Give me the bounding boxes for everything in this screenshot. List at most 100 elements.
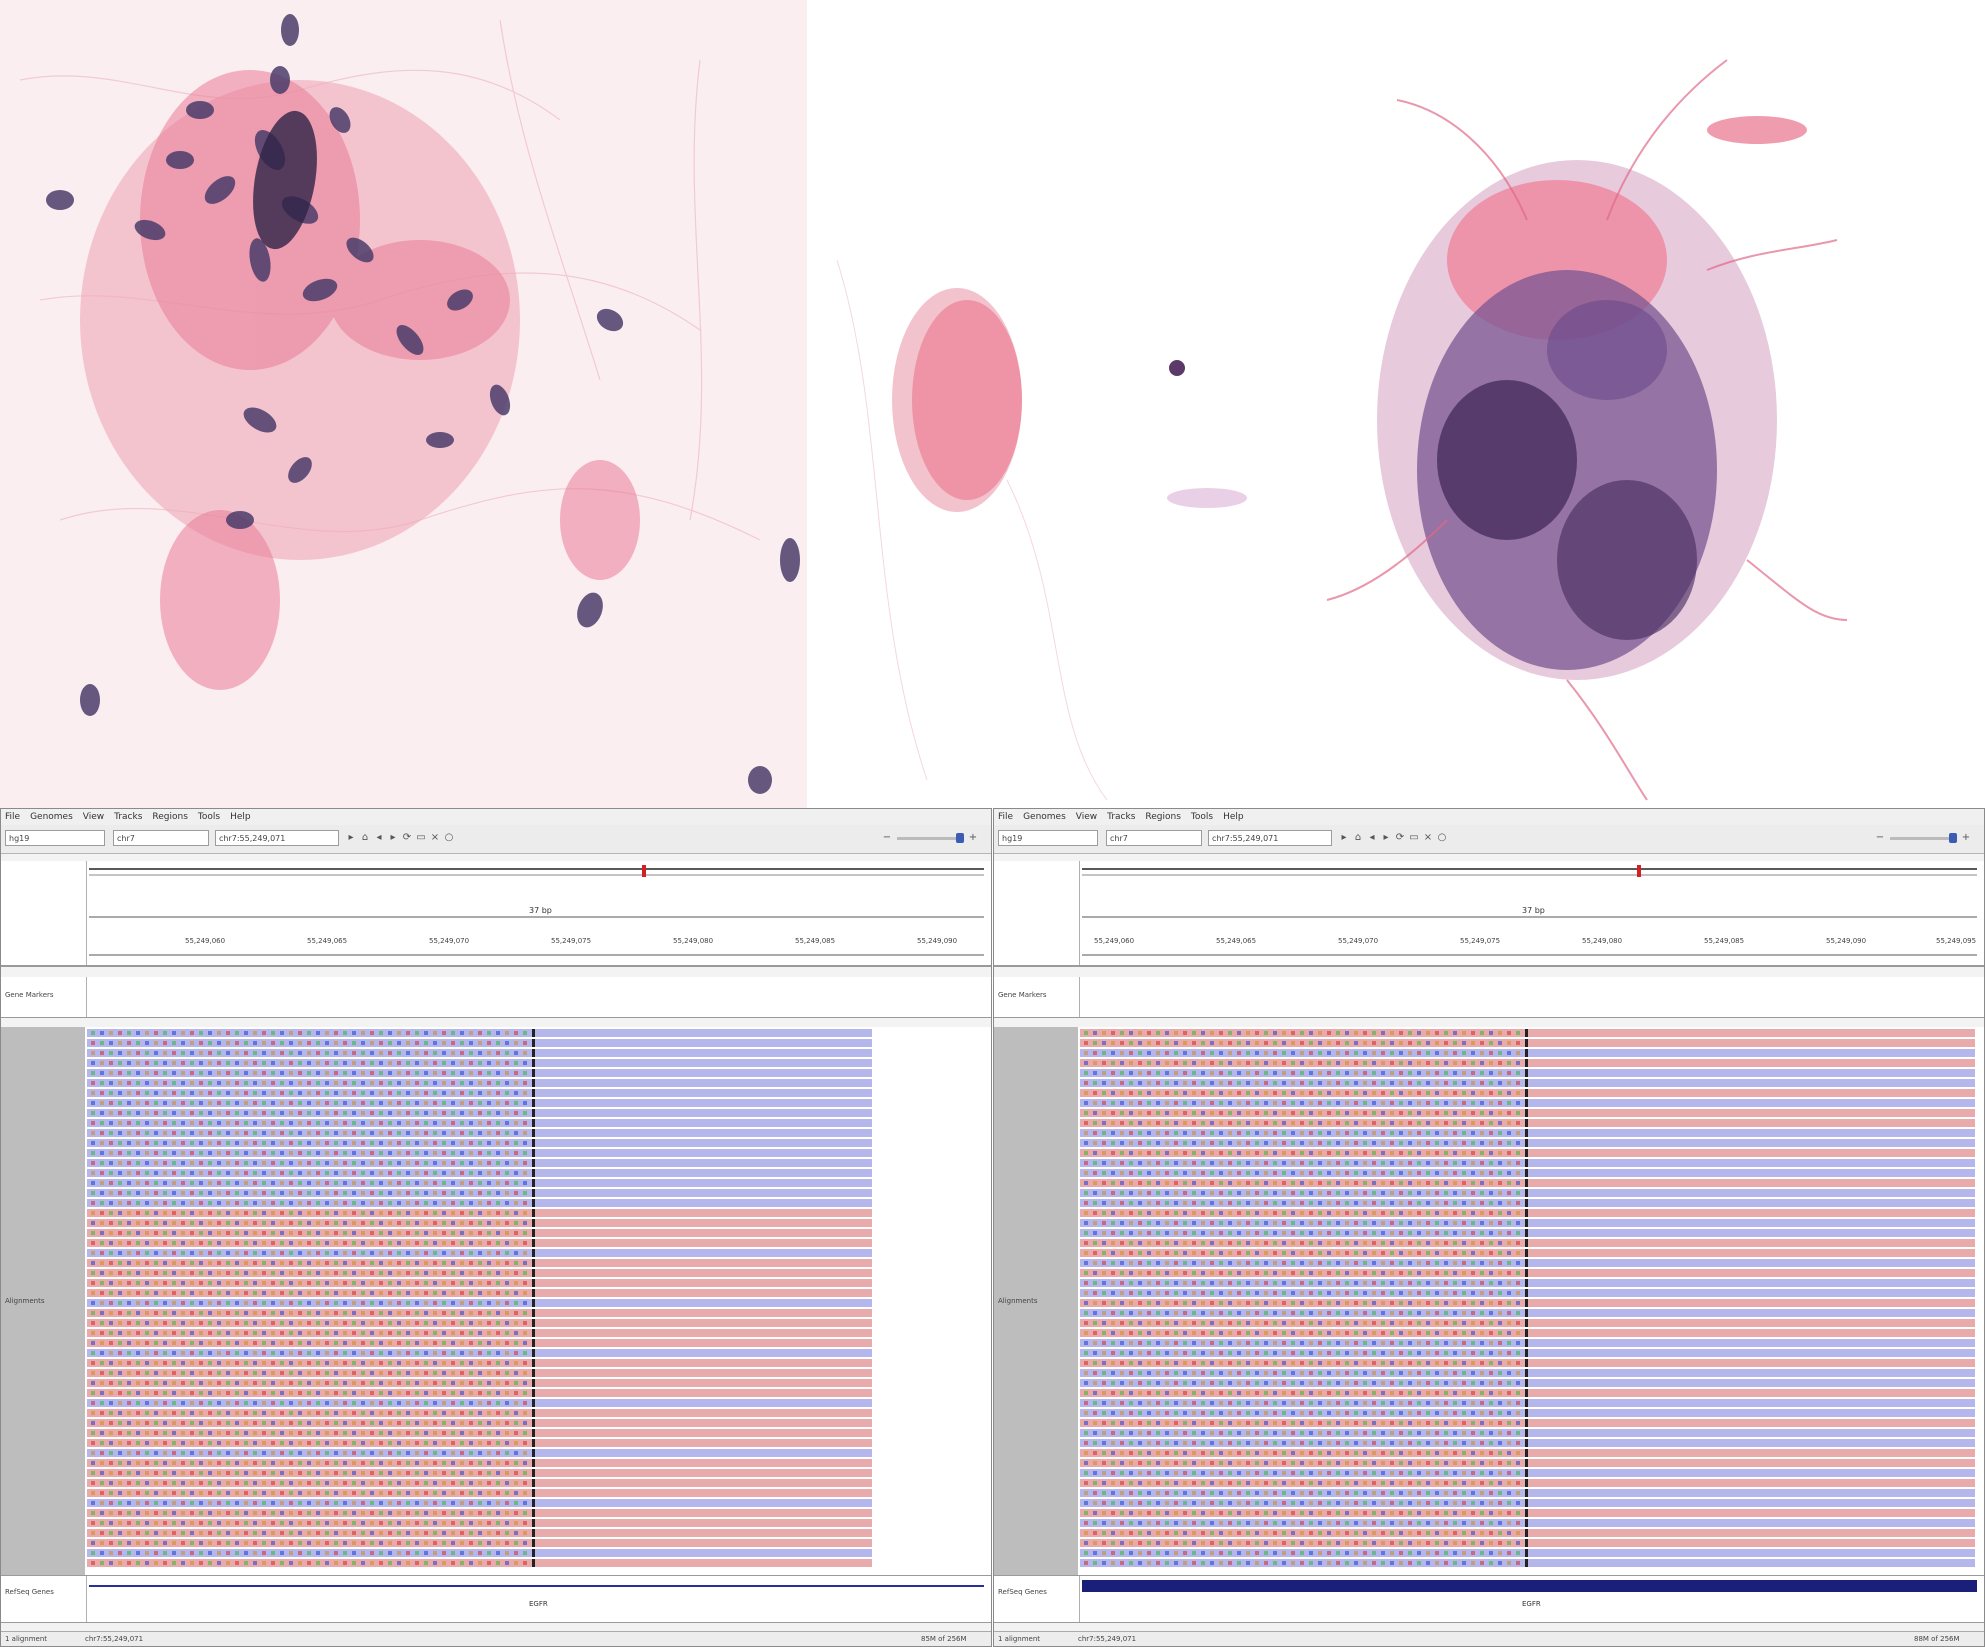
mismatch-base [271, 1361, 275, 1365]
refseq-svg: EGFR [89, 1585, 984, 1608]
mismatch-base [505, 1091, 509, 1095]
mismatch-base [1282, 1221, 1286, 1225]
mismatch-base [253, 1131, 257, 1135]
locus-input[interactable]: chr7:55,249,071 [215, 830, 339, 846]
mismatch-base [1363, 1371, 1367, 1375]
mismatch-base [289, 1231, 293, 1235]
menu-help[interactable]: Help [1223, 809, 1244, 825]
mismatch-base [343, 1561, 347, 1565]
mismatch-base [163, 1401, 167, 1405]
mismatch-base [523, 1371, 527, 1375]
mismatch-base [406, 1311, 410, 1315]
mismatch-base [136, 1521, 140, 1525]
home-icon[interactable]: ⌂ [1352, 832, 1364, 844]
zoom-in-icon[interactable]: + [1960, 832, 1972, 844]
region-icon[interactable]: ▭ [1408, 832, 1420, 844]
mismatch-base [1084, 1431, 1088, 1435]
mismatch-base [1228, 1341, 1232, 1345]
go-icon[interactable]: ▸ [1338, 832, 1350, 844]
mismatch-base [1102, 1181, 1106, 1185]
menu-file[interactable]: File [998, 809, 1013, 825]
menu-genomes[interactable]: Genomes [1023, 809, 1066, 825]
zoom-out-icon[interactable]: − [1874, 832, 1886, 844]
locus-input[interactable]: chr7:55,249,071 [1208, 830, 1332, 846]
close-icon[interactable]: × [1422, 832, 1434, 844]
mismatch-base [136, 1121, 140, 1125]
zoom-slider-thumb[interactable] [1949, 833, 1957, 843]
mismatch-base [136, 1091, 140, 1095]
mismatch-base [1255, 1301, 1259, 1305]
mismatch-base [1471, 1291, 1475, 1295]
mismatch-base [181, 1441, 185, 1445]
zoom-out-icon[interactable]: − [881, 832, 893, 844]
region-icon[interactable]: ▭ [415, 832, 427, 844]
mismatch-base [163, 1081, 167, 1085]
menu-tools[interactable]: Tools [198, 809, 220, 825]
mismatch-base [1336, 1061, 1340, 1065]
mismatch-base [1264, 1411, 1268, 1415]
mismatch-base [397, 1391, 401, 1395]
mismatch-base [424, 1091, 428, 1095]
mismatch-base [91, 1031, 95, 1035]
mismatch-base [1327, 1431, 1331, 1435]
genome-select[interactable]: hg19 [5, 830, 105, 846]
mismatch-base [244, 1171, 248, 1175]
mismatch-base [1264, 1321, 1268, 1325]
mismatch-base [361, 1311, 365, 1315]
chromosome-select[interactable]: chr7 [113, 830, 209, 846]
close-icon[interactable]: × [429, 832, 441, 844]
mismatch-base [1462, 1341, 1466, 1345]
genome-select[interactable]: hg19 [998, 830, 1098, 846]
home-icon[interactable]: ⌂ [359, 832, 371, 844]
zoom-slider[interactable] [897, 837, 957, 840]
mismatch-base [253, 1051, 257, 1055]
mismatch-base [487, 1201, 491, 1205]
menu-file[interactable]: File [5, 809, 20, 825]
mismatch-base [1255, 1291, 1259, 1295]
mismatch-base [1183, 1161, 1187, 1165]
alignment-reads[interactable] [87, 1027, 987, 1575]
menu-tracks[interactable]: Tracks [114, 809, 142, 825]
mismatch-base [1408, 1221, 1412, 1225]
mismatch-base [307, 1241, 311, 1245]
mismatch-base [442, 1341, 446, 1345]
refresh-icon[interactable]: ⟳ [401, 832, 413, 844]
zoom-in-icon[interactable]: + [967, 832, 979, 844]
mismatch-base [1372, 1051, 1376, 1055]
menu-genomes[interactable]: Genomes [30, 809, 73, 825]
menu-regions[interactable]: Regions [152, 809, 188, 825]
menu-view[interactable]: View [1076, 809, 1097, 825]
menu-help[interactable]: Help [230, 809, 251, 825]
mismatch-base [118, 1371, 122, 1375]
popup-info-icon[interactable]: ○ [443, 832, 455, 844]
alignment-reads[interactable] [1080, 1027, 1980, 1575]
menu-tools[interactable]: Tools [1191, 809, 1213, 825]
mismatch-base [271, 1111, 275, 1115]
mismatch-base [1273, 1161, 1277, 1165]
menu-tracks[interactable]: Tracks [1107, 809, 1135, 825]
chromosome-select[interactable]: chr7 [1106, 830, 1202, 846]
mismatch-base [478, 1041, 482, 1045]
mismatch-base [118, 1471, 122, 1475]
mismatch-base [1210, 1181, 1214, 1185]
mismatch-base [154, 1511, 158, 1515]
back-icon[interactable]: ◂ [1366, 832, 1378, 844]
mismatch-base [307, 1491, 311, 1495]
back-icon[interactable]: ◂ [373, 832, 385, 844]
go-icon[interactable]: ▸ [345, 832, 357, 844]
ruler-track: 37 bp 55,249,060 55,249,065 55,249,070 5… [1, 861, 991, 967]
mismatch-base [379, 1121, 383, 1125]
popup-info-icon[interactable]: ○ [1436, 832, 1448, 844]
forward-icon[interactable]: ▸ [387, 832, 399, 844]
zoom-slider-thumb[interactable] [956, 833, 964, 843]
zoom-slider[interactable] [1890, 837, 1950, 840]
mismatch-base [1363, 1081, 1367, 1085]
menu-regions[interactable]: Regions [1145, 809, 1181, 825]
mismatch-base [1327, 1391, 1331, 1395]
menu-view[interactable]: View [83, 809, 104, 825]
alignment-track-label: Alignments [5, 1297, 45, 1305]
refresh-icon[interactable]: ⟳ [1394, 832, 1406, 844]
mismatch-base [1354, 1361, 1358, 1365]
mismatch-base [163, 1141, 167, 1145]
forward-icon[interactable]: ▸ [1380, 832, 1392, 844]
